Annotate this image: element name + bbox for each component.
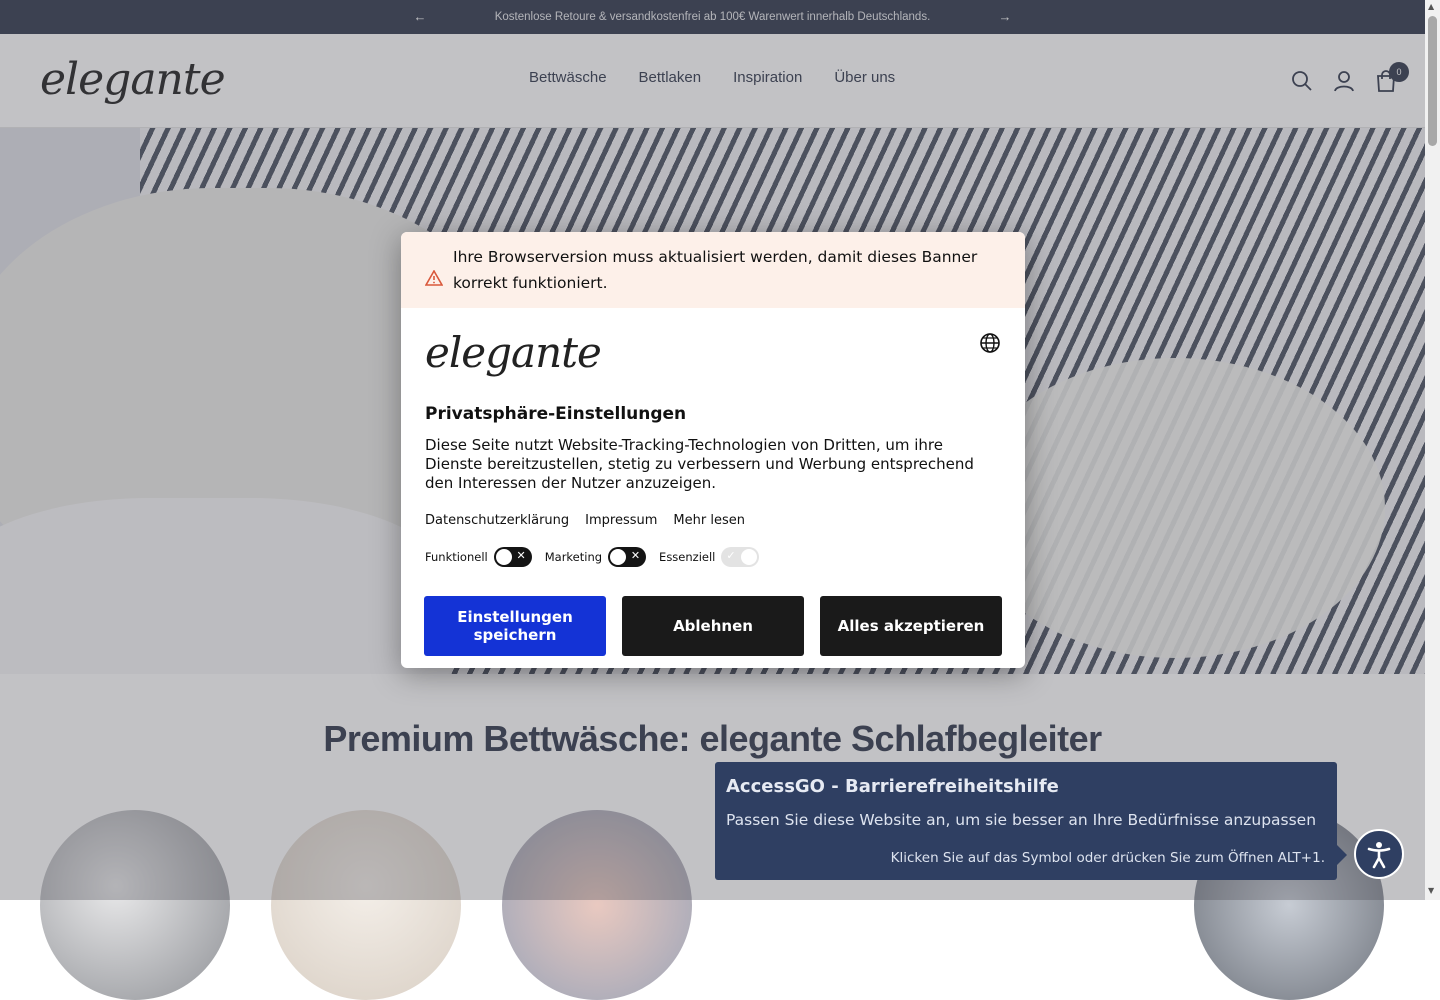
consent-toggles: Funktionell ✕ Marketing ✕ Essenziell ✓ xyxy=(425,547,772,567)
consent-title: Privatsphäre-Einstellungen xyxy=(425,404,687,424)
decline-button[interactable]: Ablehnen xyxy=(622,596,804,656)
read-more-link[interactable]: Mehr lesen xyxy=(673,513,745,528)
browser-warning-banner: Ihre Browserversion muss aktualisiert we… xyxy=(401,232,1025,308)
accept-all-button[interactable]: Alles akzeptieren xyxy=(820,596,1002,656)
language-globe-icon[interactable] xyxy=(979,332,1001,358)
functional-label: Funktionell xyxy=(425,550,488,564)
accessibility-icon[interactable] xyxy=(1354,829,1404,879)
accessgo-hint: Klicken Sie auf das Symbol oder drücken … xyxy=(890,850,1325,866)
imprint-link[interactable]: Impressum xyxy=(585,513,657,528)
consent-links: Datenschutzerklärung Impressum Mehr lese… xyxy=(425,513,745,528)
marketing-toggle[interactable]: ✕ xyxy=(608,547,647,567)
privacy-consent-modal: Ihre Browserversion muss aktualisiert we… xyxy=(401,232,1025,668)
consent-logo: elegante xyxy=(425,328,602,377)
accessgo-title: AccessGO - Barrierefreiheitshilfe xyxy=(726,776,1059,797)
browser-warning-text: Ihre Browserversion muss aktualisiert we… xyxy=(453,248,978,292)
consent-buttons: Einstellungen speichern Ablehnen Alles a… xyxy=(424,596,1002,656)
scroll-up-arrow-icon[interactable]: ▲ xyxy=(1428,2,1434,11)
page-scrollbar[interactable]: ▲ ▼ xyxy=(1425,0,1440,900)
scrollbar-thumb[interactable] xyxy=(1428,16,1437,146)
functional-toggle[interactable]: ✕ xyxy=(493,547,532,567)
marketing-label: Marketing xyxy=(544,550,603,564)
essential-label: Essenziell xyxy=(659,550,716,564)
save-settings-button[interactable]: Einstellungen speichern xyxy=(424,596,606,656)
warning-icon xyxy=(425,270,443,286)
scroll-down-arrow-icon[interactable]: ▼ xyxy=(1428,886,1434,895)
accessgo-tooltip: AccessGO - Barrierefreiheitshilfe Passen… xyxy=(715,762,1347,880)
consent-description: Diese Seite nutzt Website-Tracking-Techn… xyxy=(425,436,974,492)
accessgo-tooltip-pointer xyxy=(1337,845,1347,865)
privacy-policy-link[interactable]: Datenschutzerklärung xyxy=(425,513,569,528)
accessgo-subtitle: Passen Sie diese Website an, um sie bess… xyxy=(726,811,1317,829)
essential-toggle: ✓ xyxy=(721,547,760,567)
